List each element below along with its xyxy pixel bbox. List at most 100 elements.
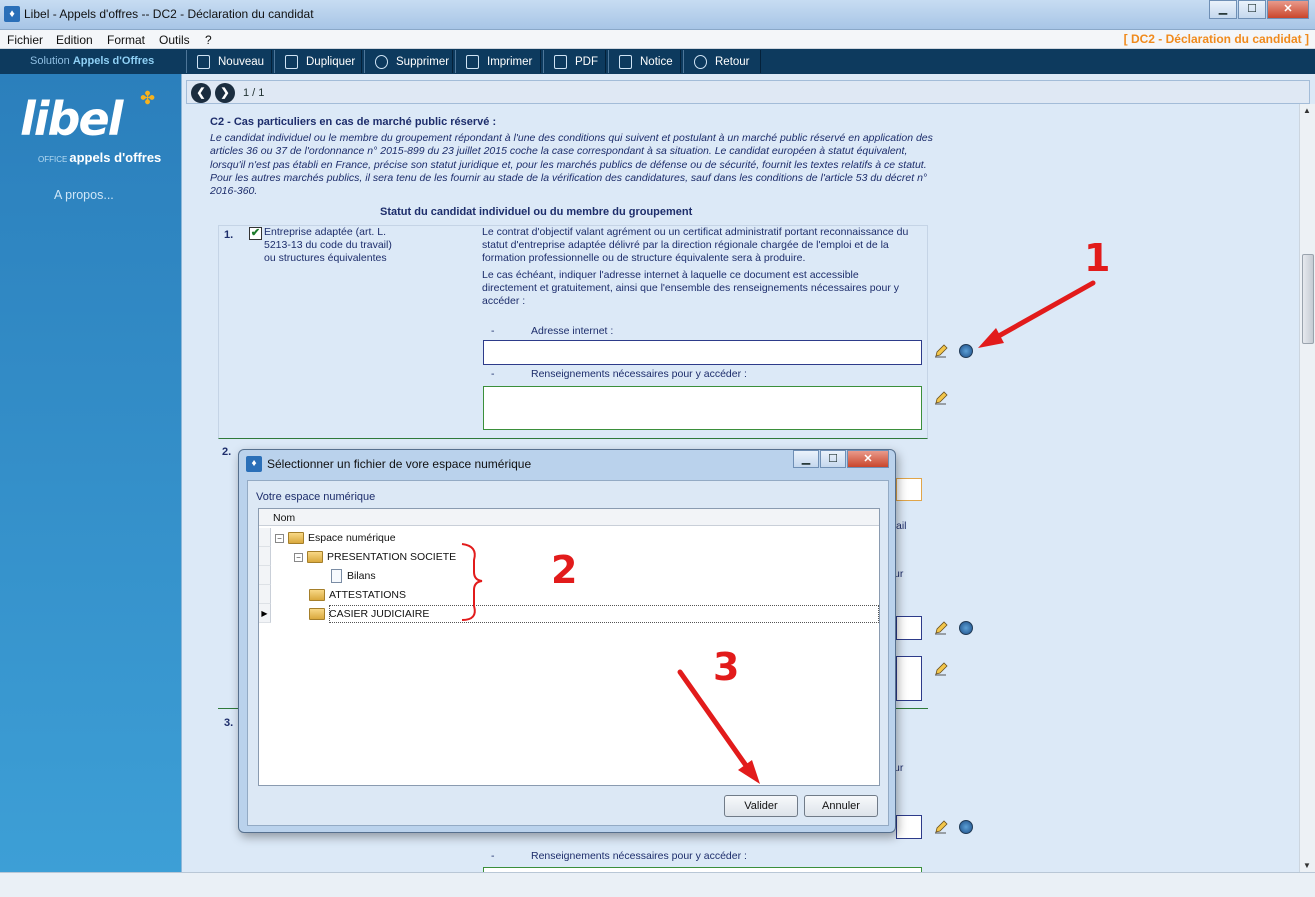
edit-pencil-icon[interactable]	[934, 820, 948, 834]
link-icon[interactable]	[959, 820, 973, 834]
pdf-label: PDF	[575, 55, 598, 68]
row-selector[interactable]	[259, 566, 271, 585]
dialog-title: Sélectionner un fichier de vore espace n…	[267, 457, 532, 471]
edit-pencil-icon[interactable]	[934, 621, 948, 635]
tree-node-label: PRESENTATION SOCIETE	[327, 551, 457, 563]
maximize-button[interactable]: ☐	[1238, 0, 1266, 19]
annotation-number-3: 3	[713, 645, 740, 689]
link-icon[interactable]	[959, 621, 973, 635]
valider-button[interactable]: Valider	[724, 795, 798, 817]
scroll-thumb[interactable]	[1302, 254, 1314, 344]
adresse-internet-input[interactable]	[483, 340, 922, 365]
item-2-field[interactable]	[896, 478, 922, 501]
folder-icon	[309, 589, 325, 601]
solution-label: Solution Appels d'Offres	[30, 55, 154, 67]
espace-numerique-label: Votre espace numérique	[256, 491, 376, 503]
tree-header: Nom	[259, 509, 879, 526]
collapse-icon[interactable]: −	[275, 533, 284, 543]
tree-node-casier-judiciaire[interactable]: CASIER JUDICIAIRE	[309, 605, 429, 623]
row-selector[interactable]	[259, 585, 271, 604]
addr-dash: -	[491, 325, 495, 337]
row-selector[interactable]	[259, 528, 271, 547]
scroll-up-icon[interactable]: ▲	[1303, 106, 1311, 115]
menu-edition[interactable]: Edition	[56, 33, 93, 47]
solution-prefix: Solution	[30, 55, 70, 67]
collapse-icon[interactable]: −	[294, 552, 303, 562]
document-title: [ DC2 - Déclaration du candidat ]	[1123, 32, 1309, 46]
tree-node-label: Espace numérique	[308, 532, 396, 544]
tree-node-espace-numerique[interactable]: − Espace numérique	[275, 529, 396, 547]
item-2-textarea[interactable]	[896, 656, 922, 701]
app-icon: ♦	[4, 6, 20, 22]
book-icon	[619, 54, 632, 69]
dialog-close-button[interactable]: ✕	[847, 450, 889, 468]
supprimer-button[interactable]: Supprimer	[364, 50, 453, 73]
notice-label: Notice	[640, 55, 673, 68]
item-1-paragraph-1: Le contrat d'objectif valant agrément ou…	[482, 226, 909, 264]
solution-name: Appels d'Offres	[72, 55, 155, 67]
libel-logo: libel	[20, 92, 123, 146]
item-3-renseign-label: Renseignements nécessaires pour y accéde…	[531, 850, 747, 862]
row-selector[interactable]	[259, 547, 271, 566]
pdf-button[interactable]: PDF	[543, 50, 606, 73]
retour-button[interactable]: Retour	[683, 50, 761, 73]
item-1-text: Le contrat d'objectif valant agrément ou…	[482, 226, 912, 308]
menu-format[interactable]: Format	[107, 33, 145, 47]
menu-fichier[interactable]: Fichier	[7, 33, 43, 47]
scroll-down-icon[interactable]: ▼	[1303, 861, 1311, 870]
edit-pencil-icon[interactable]	[934, 662, 948, 676]
annotation-number-2: 2	[551, 548, 578, 592]
item-2-partial-text: ail	[896, 520, 907, 532]
tree-node-label: CASIER JUDICIAIRE	[329, 608, 430, 620]
close-button[interactable]: ✕	[1267, 0, 1309, 19]
file-select-dialog: ♦ Sélectionner un fichier de vore espace…	[238, 449, 896, 833]
dupliquer-button[interactable]: Dupliquer	[274, 50, 362, 73]
dialog-maximize-button[interactable]: ☐	[820, 450, 846, 468]
dupliquer-label: Dupliquer	[306, 55, 356, 68]
section-description: Le candidat individuel ou le membre du g…	[210, 132, 933, 198]
sidebar: libel ✤ OFFICE appels d'offres A propos..…	[0, 74, 181, 872]
menu-help[interactable]: ?	[205, 33, 212, 47]
tree-node-label: ATTESTATIONS	[329, 589, 407, 601]
dialog-minimize-button[interactable]: ▁	[793, 450, 819, 468]
folder-icon	[309, 608, 325, 620]
vertical-scrollbar[interactable]: ▲ ▼	[1299, 104, 1315, 872]
nouveau-label: Nouveau	[218, 55, 265, 68]
item-3-number: 3.	[224, 717, 234, 729]
renseign-label: Renseignements nécessaires pour y accéde…	[531, 368, 747, 380]
item-2-spinner[interactable]	[896, 616, 922, 640]
current-row-pointer-icon[interactable]: ▶	[259, 604, 271, 623]
page-indicator: 1 / 1	[243, 87, 265, 99]
imprimer-label: Imprimer	[487, 55, 533, 68]
edit-pencil-icon[interactable]	[934, 391, 948, 405]
renseignements-textarea[interactable]	[483, 386, 922, 430]
next-page-button[interactable]: ❯	[215, 83, 235, 103]
logo-appels: appels d'offres	[69, 150, 162, 165]
file-icon	[331, 569, 342, 583]
dragonfly-icon: ✤	[140, 88, 156, 108]
link-icon[interactable]	[959, 344, 973, 358]
notice-button[interactable]: Notice	[608, 50, 681, 73]
about-link[interactable]: A propos...	[54, 188, 114, 202]
minimize-button[interactable]: ▁	[1209, 0, 1237, 19]
prev-page-button[interactable]: ❮	[191, 83, 211, 103]
section-title: C2 - Cas particuliers en cas de marché p…	[210, 116, 497, 128]
column-nom[interactable]: Nom	[273, 512, 295, 524]
tree-node-attestations[interactable]: ATTESTATIONS	[309, 586, 406, 604]
item-3-spinner[interactable]	[896, 815, 922, 839]
item-3-dash: -	[491, 850, 495, 862]
item-1-checkbox[interactable]: ✔	[249, 227, 262, 240]
renseign-dash: -	[491, 368, 495, 380]
logo-subtitle: OFFICE appels d'offres	[38, 150, 163, 165]
imprimer-button[interactable]: Imprimer	[455, 50, 541, 73]
item-1-number: 1.	[224, 229, 234, 241]
logo-office: OFFICE	[38, 155, 68, 164]
nouveau-button[interactable]: Nouveau	[186, 50, 272, 73]
tree-node-presentation-societe[interactable]: − PRESENTATION SOCIETE	[294, 548, 456, 566]
menu-outils[interactable]: Outils	[159, 33, 190, 47]
page-navigator: ❮ ❯ 1 / 1	[186, 80, 1310, 104]
annuler-button[interactable]: Annuler	[804, 795, 878, 817]
edit-pencil-icon[interactable]	[934, 344, 948, 358]
tree-node-bilans[interactable]: Bilans	[331, 567, 376, 585]
folder-icon	[307, 551, 323, 563]
